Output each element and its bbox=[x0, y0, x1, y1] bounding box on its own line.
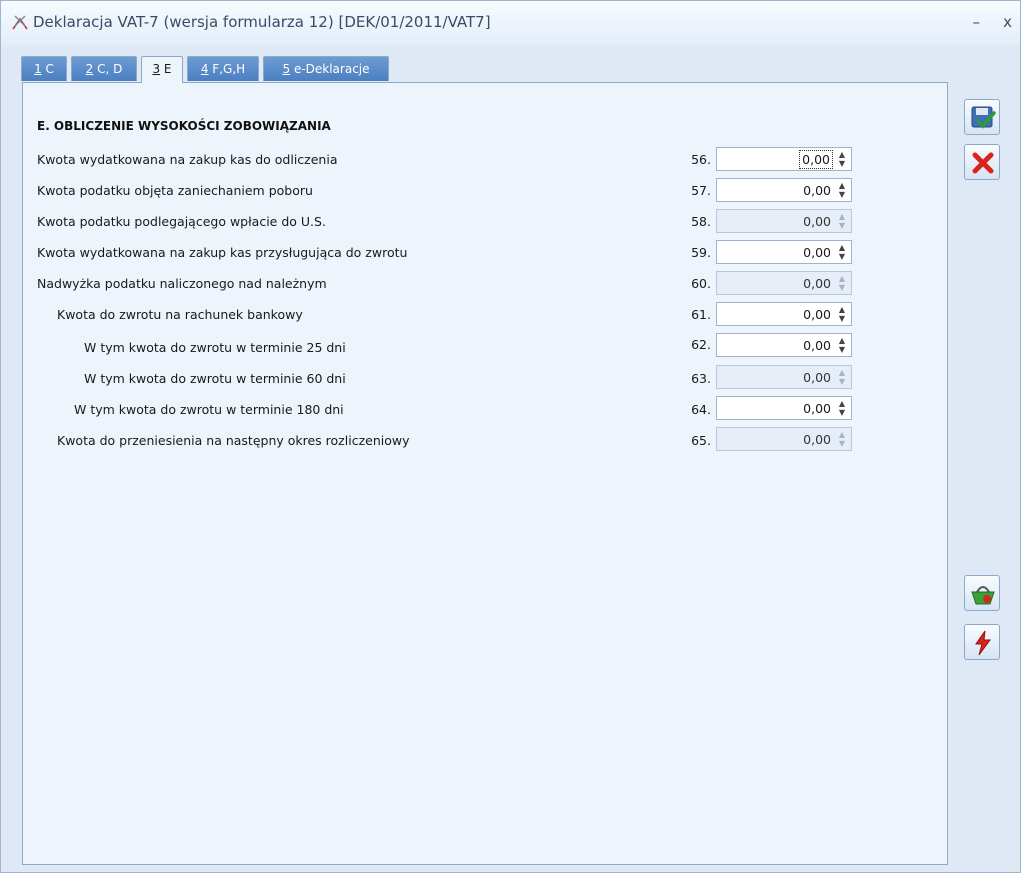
spin-down-icon[interactable]: ▼ bbox=[837, 408, 847, 417]
row-label-64: W tym kwota do zwrotu w terminie 180 dni bbox=[74, 402, 344, 417]
spin-buttons[interactable]: ▲ ▼ bbox=[837, 150, 847, 168]
window-title: Deklaracja VAT-7 (wersja formularza 12) … bbox=[33, 13, 491, 31]
spin-up-icon: ▲ bbox=[838, 368, 846, 377]
minimize-button[interactable]: – bbox=[973, 13, 981, 31]
spin-down-icon[interactable]: ▼ bbox=[837, 159, 847, 168]
lightning-button[interactable] bbox=[964, 624, 1000, 660]
spin-buttons[interactable]: ▲ ▼ bbox=[837, 181, 847, 199]
spin-buttons[interactable]: ▲ ▼ bbox=[837, 305, 847, 323]
spin-up-icon[interactable]: ▲ bbox=[837, 243, 847, 252]
row-label-65: Kwota do przeniesienia na następny okres… bbox=[57, 433, 410, 448]
spin-up-icon[interactable]: ▲ bbox=[837, 336, 847, 345]
red-x-icon bbox=[972, 152, 994, 174]
row-label-61: Kwota do zwrotu na rachunek bankowy bbox=[57, 307, 303, 322]
amount-value: 0,00 bbox=[803, 432, 831, 447]
save-button[interactable] bbox=[964, 99, 1000, 135]
basket-button[interactable] bbox=[964, 575, 1000, 611]
amount-field-59[interactable]: 0,00 ▲ ▼ bbox=[716, 240, 852, 264]
spin-buttons[interactable]: ▲ ▼ bbox=[837, 243, 847, 261]
row-label-59: Kwota wydatkowana na zakup kas przysługu… bbox=[37, 245, 408, 260]
spin-down-icon[interactable]: ▼ bbox=[837, 190, 847, 199]
spin-buttons: ▲ ▼ bbox=[837, 212, 847, 230]
row-label-63: W tym kwota do zwrotu w terminie 60 dni bbox=[84, 371, 346, 386]
spin-up-icon[interactable]: ▲ bbox=[837, 150, 847, 159]
tab-e-deklaracje[interactable]: 5 e-Deklaracje bbox=[263, 56, 389, 81]
row-label-60: Nadwyżka podatku naliczonego nad należny… bbox=[37, 276, 327, 291]
spin-buttons: ▲ ▼ bbox=[837, 368, 847, 386]
amount-value: 0,00 bbox=[803, 183, 831, 198]
row-number-61: 61. bbox=[691, 307, 711, 322]
row-number-59: 59. bbox=[691, 245, 711, 260]
amount-field-57[interactable]: 0,00 ▲ ▼ bbox=[716, 178, 852, 202]
spin-up-icon[interactable]: ▲ bbox=[837, 181, 847, 190]
spin-buttons: ▲ ▼ bbox=[837, 430, 847, 448]
amount-field-56[interactable]: 0,00 ▲ ▼ bbox=[716, 147, 852, 171]
cancel-button[interactable] bbox=[964, 144, 1000, 180]
row-label-58: Kwota podatku podlegającego wpłacie do U… bbox=[37, 214, 326, 229]
section-heading: E. OBLICZENIE WYSOKOŚCI ZOBOWIĄZANIA bbox=[37, 119, 331, 133]
vat7-declaration-window: Deklaracja VAT-7 (wersja formularza 12) … bbox=[0, 0, 1021, 873]
row-label-62: W tym kwota do zwrotu w terminie 25 dni bbox=[84, 340, 346, 355]
spin-up-icon[interactable]: ▲ bbox=[837, 399, 847, 408]
amount-value: 0,00 bbox=[803, 214, 831, 229]
amount-value: 0,00 bbox=[803, 401, 831, 416]
tab-e[interactable]: 3 E bbox=[141, 56, 183, 83]
amount-value: 0,00 bbox=[803, 307, 831, 322]
section-e-panel: E. OBLICZENIE WYSOKOŚCI ZOBOWIĄZANIA Kwo… bbox=[22, 82, 948, 865]
lightning-icon bbox=[975, 630, 991, 656]
spin-down-icon[interactable]: ▼ bbox=[837, 252, 847, 261]
save-check-icon bbox=[971, 106, 996, 129]
spin-up-icon: ▲ bbox=[838, 430, 846, 439]
basket-icon bbox=[971, 586, 995, 605]
amount-value: 0,00 bbox=[803, 245, 831, 260]
spin-down-icon: ▼ bbox=[838, 221, 846, 230]
row-number-65: 65. bbox=[691, 433, 711, 448]
spin-down-icon[interactable]: ▼ bbox=[837, 314, 847, 323]
tab-c-d[interactable]: 2 C, D bbox=[71, 56, 137, 81]
spin-up-icon: ▲ bbox=[838, 212, 846, 221]
row-number-58: 58. bbox=[691, 214, 711, 229]
amount-field-60: 0,00 ▲ ▼ bbox=[716, 271, 852, 295]
amount-value: 0,00 bbox=[803, 370, 831, 385]
amount-value: 0,00 bbox=[803, 276, 831, 291]
app-icon bbox=[12, 15, 28, 30]
spin-buttons[interactable]: ▲ ▼ bbox=[837, 399, 847, 417]
spin-down-icon: ▼ bbox=[838, 283, 846, 292]
spin-buttons: ▲ ▼ bbox=[837, 274, 847, 292]
row-number-60: 60. bbox=[691, 276, 711, 291]
tab-c[interactable]: 1 C bbox=[21, 56, 67, 81]
amount-field-64[interactable]: 0,00 ▲ ▼ bbox=[716, 396, 852, 420]
spin-down-icon: ▼ bbox=[838, 377, 846, 386]
amount-field-61[interactable]: 0,00 ▲ ▼ bbox=[716, 302, 852, 326]
title-bar: Deklaracja VAT-7 (wersja formularza 12) … bbox=[1, 1, 1020, 45]
spin-up-icon: ▲ bbox=[838, 274, 846, 283]
row-number-62: 62. bbox=[691, 337, 711, 352]
amount-field-58: 0,00 ▲ ▼ bbox=[716, 209, 852, 233]
amount-value: 0,00 bbox=[799, 150, 833, 169]
spin-down-icon[interactable]: ▼ bbox=[837, 345, 847, 354]
row-label-56: Kwota wydatkowana na zakup kas do odlicz… bbox=[37, 152, 338, 167]
row-number-63: 63. bbox=[691, 371, 711, 386]
amount-field-63: 0,00 ▲ ▼ bbox=[716, 365, 852, 389]
amount-value: 0,00 bbox=[803, 338, 831, 353]
amount-field-65: 0,00 ▲ ▼ bbox=[716, 427, 852, 451]
spin-down-icon: ▼ bbox=[838, 439, 846, 448]
amount-field-62[interactable]: 0,00 ▲ ▼ bbox=[716, 333, 852, 357]
row-label-57: Kwota podatku objęta zaniechaniem poboru bbox=[37, 183, 313, 198]
row-number-56: 56. bbox=[691, 152, 711, 167]
row-number-64: 64. bbox=[691, 402, 711, 417]
spin-buttons[interactable]: ▲ ▼ bbox=[837, 336, 847, 354]
tab-f-g-h[interactable]: 4 F,G,H bbox=[187, 56, 259, 81]
close-button[interactable]: x bbox=[1003, 13, 1012, 31]
spin-up-icon[interactable]: ▲ bbox=[837, 305, 847, 314]
row-number-57: 57. bbox=[691, 183, 711, 198]
